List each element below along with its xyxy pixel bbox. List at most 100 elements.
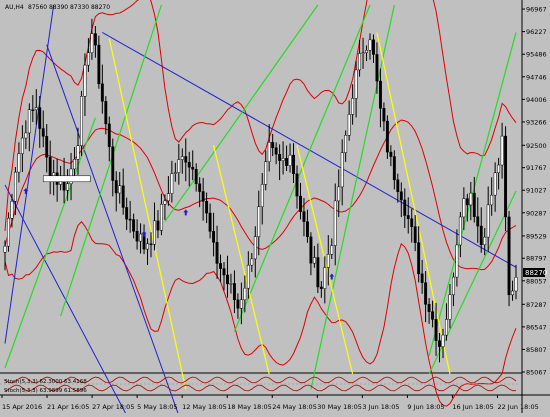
candle-body [180,156,184,160]
candle-body [156,220,160,231]
candle-body [153,220,156,245]
time-tick-label: 22 Jun 18:05 [497,403,538,411]
candle-body [45,135,49,158]
ohlc-label: 87560 88390 87330 88270 [28,4,110,11]
candle-body [351,98,355,115]
candle-body [347,114,351,136]
candle-body [455,244,459,278]
candle-body [469,192,473,206]
candle-body [382,108,386,122]
candle-body [378,80,382,109]
candle-body [27,109,31,134]
candle-body [97,44,101,85]
candle-body [173,172,177,174]
candle-body [271,142,275,149]
candle-body [410,218,414,227]
candle-body [111,146,115,181]
candle-body [198,183,202,192]
candle-body [205,201,209,214]
candle-body [149,243,153,246]
candle-body [232,283,236,301]
candle-body [260,184,264,207]
candle-body [385,120,389,153]
candle-body [163,200,167,205]
candle-body [424,282,428,305]
candle-body [441,334,445,347]
candle-body [128,218,132,221]
candle-body [132,219,136,232]
candle-body [365,49,368,53]
time-tick-label: 30 May 18:05 [317,403,362,411]
price-tick-label: 85807 [526,346,547,354]
candle-body [7,217,10,247]
candle-body [330,245,334,255]
candle-body [281,158,285,161]
candle-body [222,268,226,276]
candle-body [135,231,139,242]
candle-body [246,264,250,289]
candle-body [219,263,222,269]
level-label-box [42,175,91,183]
price-tick-label: 92500 [526,142,547,150]
candle-body [292,154,295,175]
candle-body [392,156,396,181]
candle-body [76,145,80,160]
price-tick-label: 86547 [526,323,547,331]
candle-body [215,242,219,264]
candle-body [278,153,282,161]
price-tick-label: 90287 [526,209,547,217]
price-tick-label: 85067 [526,369,547,377]
candle-body [13,171,17,202]
price-tick-label: 88057 [526,277,547,285]
candle-body [34,107,38,111]
candle-body [305,221,309,238]
candle-body [191,166,195,170]
candle-body [319,286,323,289]
candle-body [427,304,431,312]
candle-body [316,257,320,288]
candle-body [90,33,94,53]
candle-body [288,154,292,166]
candle-body [139,233,143,242]
candle-body [309,236,313,264]
price-tick-label: 96967 [526,6,547,14]
candle-body [431,311,435,320]
candle-body [48,156,52,176]
price-tick-label: 93266 [526,118,547,126]
candle-body [420,273,424,283]
candle-body [274,147,278,155]
candle-body [121,185,125,208]
time-tick-label: 9 Jun 18:05 [407,403,444,411]
candle-body [104,101,108,125]
candle-body [417,242,421,275]
candle-body [118,185,122,194]
chart-window[interactable]: 96967 96227 95486 94746 94006 93266 92500 91767… [0,0,550,417]
candle-body [302,211,306,222]
candle-body [264,161,268,185]
candle-body [389,151,393,157]
candle-body [479,225,483,245]
candle-body [493,172,497,196]
price-tick-label: 96227 [526,28,547,36]
candle-body [337,186,341,202]
candle-body [434,319,438,341]
candle-body [3,245,7,253]
candle-body [24,132,28,139]
price-tick-label: 87287 [526,301,547,309]
candle-body [396,179,400,193]
candle-body [166,193,170,202]
candle-body [177,159,181,173]
current-price-label: 88270 [525,269,547,277]
candle-body [406,215,410,219]
candle-body [500,135,504,166]
candle-body [257,206,261,237]
time-tick-label: 3 Jun 18:05 [362,403,399,411]
candle-body [514,277,518,292]
candle-body [472,192,476,217]
candle-body [146,243,149,250]
candle-body [86,52,90,66]
price-tick-label: 88797 [526,255,547,263]
price-chart[interactable]: 96967 96227 95486 94746 94006 93266 92500 91767… [0,0,550,417]
time-tick-label: 16 Jun 18:05 [452,403,493,411]
candle-body [243,287,247,301]
